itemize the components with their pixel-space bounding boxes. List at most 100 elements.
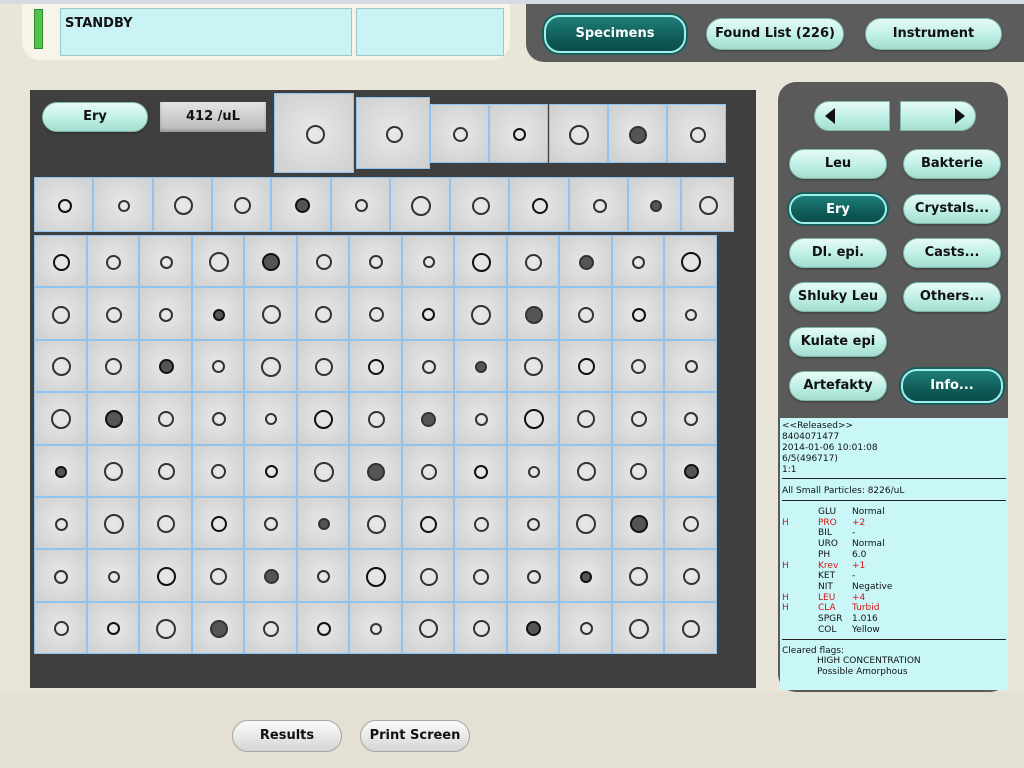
- category-bakterie[interactable]: Bakterie: [903, 149, 1001, 179]
- category-leu[interactable]: Leu: [789, 149, 887, 179]
- particle-image[interactable]: [244, 235, 297, 288]
- particle-image[interactable]: [667, 104, 727, 163]
- particle-image[interactable]: [454, 497, 507, 550]
- category-kulate-epi[interactable]: Kulate epi: [789, 327, 887, 357]
- particle-image[interactable]: [86, 235, 139, 288]
- particle-image[interactable]: [611, 339, 664, 393]
- particle-image[interactable]: [548, 104, 608, 163]
- particle-image[interactable]: [191, 392, 244, 445]
- particle-image[interactable]: [86, 287, 139, 340]
- particle-image[interactable]: [296, 601, 349, 655]
- particle-image[interactable]: [244, 287, 297, 340]
- particle-image[interactable]: [34, 235, 87, 288]
- particle-image[interactable]: [454, 601, 507, 655]
- particle-image[interactable]: [34, 339, 87, 393]
- particle-image[interactable]: [664, 235, 717, 288]
- particle-image[interactable]: [611, 601, 664, 655]
- next-button[interactable]: [900, 101, 976, 131]
- particle-image[interactable]: [390, 177, 450, 232]
- tab-instrument[interactable]: Instrument: [865, 18, 1002, 50]
- particle-image[interactable]: [349, 444, 402, 497]
- category-shluky-leu[interactable]: Shluky Leu: [789, 282, 887, 312]
- particle-image[interactable]: [506, 392, 559, 445]
- particle-image[interactable]: [454, 235, 507, 288]
- particle-image[interactable]: [506, 497, 559, 550]
- particle-image[interactable]: [139, 339, 192, 393]
- particle-image[interactable]: [331, 177, 390, 232]
- particle-image[interactable]: [86, 601, 139, 655]
- particle-image[interactable]: [349, 339, 402, 393]
- particle-image[interactable]: [559, 549, 612, 602]
- particle-image[interactable]: [559, 392, 612, 445]
- particle-image[interactable]: [559, 287, 612, 340]
- particle-image[interactable]: [93, 177, 153, 232]
- particle-image[interactable]: [450, 177, 509, 232]
- particle-image[interactable]: [34, 601, 87, 655]
- particle-image[interactable]: [244, 392, 297, 445]
- particle-image[interactable]: [559, 601, 612, 655]
- particle-image[interactable]: [34, 497, 87, 550]
- particle-image[interactable]: [244, 444, 297, 497]
- particle-image[interactable]: [664, 444, 717, 497]
- particle-image[interactable]: [139, 497, 192, 550]
- particle-image[interactable]: [191, 287, 244, 340]
- particle-image[interactable]: [681, 177, 734, 232]
- particle-image[interactable]: [559, 497, 612, 550]
- tab-specimens[interactable]: Specimens: [544, 15, 686, 53]
- print-screen-button[interactable]: Print Screen: [360, 720, 470, 752]
- particle-image[interactable]: [86, 549, 139, 602]
- category-dl-epi[interactable]: Dl. epi.: [789, 238, 887, 268]
- particle-image[interactable]: [454, 287, 507, 340]
- particle-image[interactable]: [401, 235, 454, 288]
- particle-image[interactable]: [454, 339, 507, 393]
- particle-image[interactable]: [401, 444, 454, 497]
- particle-image[interactable]: [34, 444, 87, 497]
- particle-image[interactable]: [628, 177, 681, 232]
- particle-image[interactable]: [34, 287, 87, 340]
- particle-image[interactable]: [506, 235, 559, 288]
- particle-image[interactable]: [506, 444, 559, 497]
- particle-image[interactable]: [349, 287, 402, 340]
- particle-image[interactable]: [271, 177, 331, 232]
- particle-image[interactable]: [664, 339, 717, 393]
- particle-image[interactable]: [454, 444, 507, 497]
- particle-image[interactable]: [506, 287, 559, 340]
- particle-image[interactable]: [191, 235, 244, 288]
- particle-image[interactable]: [454, 392, 507, 445]
- particle-image[interactable]: [401, 497, 454, 550]
- particle-image[interactable]: [34, 177, 93, 232]
- particle-image[interactable]: [349, 497, 402, 550]
- particle-image[interactable]: [296, 235, 349, 288]
- category-others[interactable]: Others...: [903, 282, 1001, 312]
- particle-image[interactable]: [506, 339, 559, 393]
- particle-image[interactable]: [489, 104, 549, 163]
- particle-image[interactable]: [664, 497, 717, 550]
- particle-image[interactable]: [349, 549, 402, 602]
- particle-image[interactable]: [296, 339, 349, 393]
- results-button[interactable]: Results: [232, 720, 342, 752]
- particle-image[interactable]: [244, 339, 297, 393]
- particle-image[interactable]: [139, 287, 192, 340]
- particle-image[interactable]: [430, 104, 489, 163]
- particle-image[interactable]: [401, 339, 454, 393]
- particle-image[interactable]: [34, 392, 87, 445]
- particle-image[interactable]: [664, 549, 717, 602]
- particle-image[interactable]: [611, 549, 664, 602]
- particle-image[interactable]: [664, 601, 717, 655]
- particle-image[interactable]: [191, 497, 244, 550]
- particle-image[interactable]: [296, 444, 349, 497]
- particle-image[interactable]: [611, 392, 664, 445]
- particle-image[interactable]: [611, 287, 664, 340]
- particle-image[interactable]: [401, 601, 454, 655]
- particle-image[interactable]: [349, 392, 402, 445]
- particle-image[interactable]: [244, 497, 297, 550]
- category-crystals[interactable]: Crystals...: [903, 194, 1001, 224]
- particle-image[interactable]: [296, 549, 349, 602]
- particle-image[interactable]: [86, 497, 139, 550]
- particle-image[interactable]: [296, 392, 349, 445]
- particle-image[interactable]: [607, 104, 667, 163]
- category-casts[interactable]: Casts...: [903, 238, 1001, 268]
- particle-image[interactable]: [296, 497, 349, 550]
- particle-image[interactable]: [559, 339, 612, 393]
- particle-image[interactable]: [664, 287, 717, 340]
